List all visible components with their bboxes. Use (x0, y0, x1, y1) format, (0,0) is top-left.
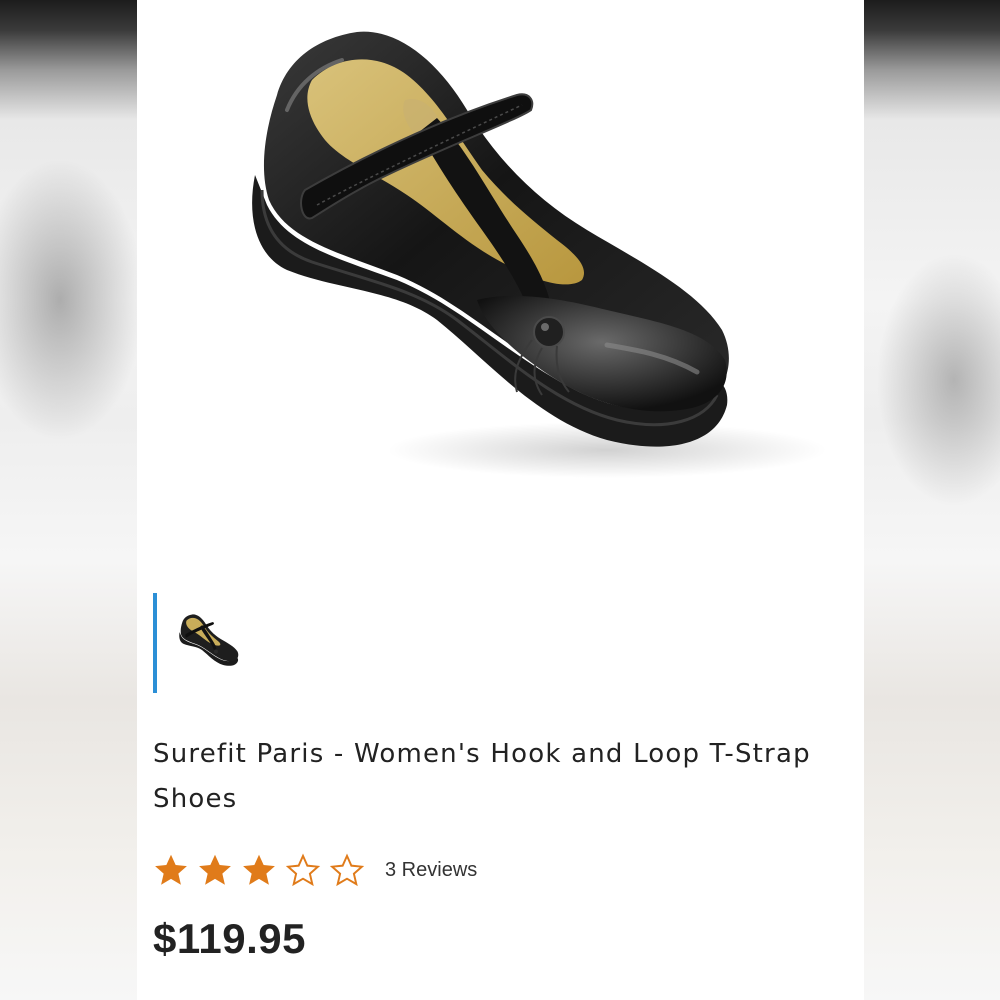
star-filled-icon (243, 854, 275, 885)
thumbnail-strip (153, 593, 273, 693)
thumbnail-image[interactable] (165, 607, 255, 687)
star-outline-icon (329, 853, 365, 887)
backdrop-shade-right (864, 0, 1000, 1000)
product-image[interactable] (137, 0, 864, 590)
rating-stars (153, 852, 365, 888)
star-filled-icon (155, 854, 187, 885)
product-title: Surefit Paris - Women's Hook and Loop T-… (153, 739, 811, 814)
star-filled-icon (199, 854, 231, 885)
product-price: $119.95 (153, 915, 307, 962)
product-page: Surefit Paris - Women's Hook and Loop T-… (137, 0, 864, 1000)
thumbnail-shoe-image (179, 614, 239, 666)
star-outline-icon (285, 853, 321, 887)
reviews-link[interactable]: 3 Reviews (385, 859, 477, 882)
product-rating[interactable]: 3 Reviews (153, 850, 477, 890)
shoe-image (252, 31, 827, 478)
thumbnail-selected-indicator (153, 593, 157, 693)
backdrop-shade-left (0, 0, 137, 1000)
